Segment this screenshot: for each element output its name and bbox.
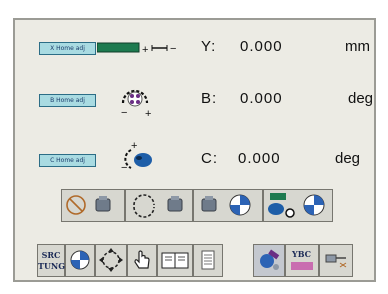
axis-row-c: C Home adj + − C: 0.000 deg xyxy=(15,140,378,174)
minus-sign: − xyxy=(170,43,176,55)
y-axis-unit: mm xyxy=(345,38,370,55)
ybc-button[interactable]: YBC xyxy=(285,244,319,277)
c-axis-unit: deg xyxy=(335,150,361,167)
move-button[interactable] xyxy=(95,244,127,277)
axis-row-y: X Home adj + − Y: 0.000 mm xyxy=(15,34,378,68)
b-home-adjust-button[interactable]: B Home adj xyxy=(39,94,96,107)
control-panel: X Home adj + − Y: 0.000 mm B Home adj − … xyxy=(13,18,376,282)
ybc-icon: YBC xyxy=(291,249,313,270)
document-button[interactable] xyxy=(193,244,223,277)
workpiece-target-icon xyxy=(201,194,251,216)
b-axis-rotation-icon: − + xyxy=(121,89,151,119)
probe-target-icon xyxy=(268,193,325,218)
b-axis-unit: deg xyxy=(348,90,374,107)
plus-sign: + xyxy=(145,108,151,119)
c-axis-value: 0.000 xyxy=(238,150,281,167)
disable-workpiece-button[interactable] xyxy=(61,189,125,222)
minus-sign: − xyxy=(121,162,127,174)
c-axis-label: C: xyxy=(201,150,218,167)
c-home-adjust-button[interactable]: C Home adj xyxy=(39,154,96,167)
document-icon xyxy=(201,250,215,270)
probe-config-button[interactable] xyxy=(319,244,353,277)
manual-book-button[interactable] xyxy=(157,244,193,277)
tool-settings-icon xyxy=(260,249,280,270)
workpiece-target-button[interactable] xyxy=(193,189,263,222)
y-axis-value: 0.000 xyxy=(240,38,283,55)
c-axis-rotation-icon: + − xyxy=(121,140,152,174)
axis-row-b: B Home adj − + B: 0.000 deg xyxy=(15,86,378,120)
hand-button[interactable] xyxy=(127,244,157,277)
sync-label-line1: SRC xyxy=(41,250,61,260)
y-axis-label: Y: xyxy=(201,38,217,55)
sync-label-line2: TUNG xyxy=(38,261,66,271)
b-axis-value: 0.000 xyxy=(240,90,283,107)
target-icon xyxy=(70,250,90,270)
rotate-workpiece-button[interactable] xyxy=(125,189,193,222)
move-arrows-icon xyxy=(99,248,123,272)
linear-slide-icon: + − xyxy=(97,42,176,56)
ybc-label: YBC xyxy=(291,249,311,259)
settings-tool-button[interactable] xyxy=(253,244,285,277)
plus-sign: + xyxy=(131,140,137,152)
b-axis-label: B: xyxy=(201,90,218,107)
book-icon xyxy=(161,252,189,269)
plus-sign: + xyxy=(142,44,148,56)
hand-pointer-icon xyxy=(134,250,150,269)
y-home-adjust-button[interactable]: X Home adj xyxy=(39,42,96,55)
target-button[interactable] xyxy=(65,244,95,277)
rotate-workpiece-icon xyxy=(133,194,183,218)
disable-icon xyxy=(66,195,111,215)
sync-tung-button[interactable]: SRC TUNG xyxy=(37,244,65,277)
probe-config-icon xyxy=(325,254,347,268)
minus-sign: − xyxy=(121,107,127,119)
probe-target-button[interactable] xyxy=(263,189,333,222)
